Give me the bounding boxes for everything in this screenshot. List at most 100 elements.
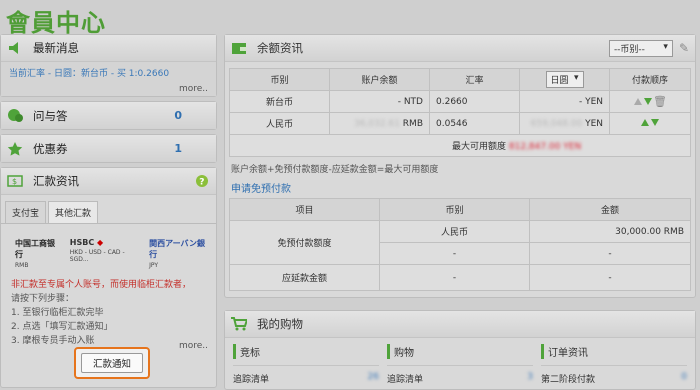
row1-jpy: - YEN (519, 90, 610, 113)
member-center-page: 會員中心 最新消息 当前汇率 - 日圆：新台币 - 买 1:0.2660 mor… (0, 0, 700, 390)
news-body: 当前汇率 - 日圆：新台币 - 买 1:0.2660 more.. (1, 62, 216, 96)
icbc-name: 中国工商银行 (15, 239, 55, 259)
balance-panel: 余额资讯 --币别-- ▾ ✎ 币别 账户余额 汇率 日圆 ▾ 付款顺序 新台币 -… (224, 34, 696, 298)
remit-notice-button[interactable]: 汇款通知 (81, 353, 143, 373)
qa-title: 问与答 (33, 108, 68, 123)
table-row: 免预付款额度 人民币 30,000.00 RMB (229, 220, 691, 265)
deferred-label: 应延款金额 (229, 264, 380, 291)
shopping-row[interactable]: 追踪清单 3 (387, 365, 533, 385)
chevron-down-icon: ▾ (663, 41, 668, 52)
col-amount: 金额 (529, 198, 691, 221)
coupon-panel[interactable]: 优惠券 1 (0, 134, 217, 163)
move-down-icon[interactable] (651, 118, 659, 126)
coupon-count: 1 (174, 142, 182, 155)
deferred-currency: - (379, 264, 530, 291)
orders-head: 订单资讯 (541, 344, 687, 359)
star-icon (7, 141, 23, 156)
tab-alipay[interactable]: 支付宝 (5, 201, 47, 223)
remit-title: 汇款资讯 (33, 174, 79, 188)
qa-panel[interactable]: 问与答 0 (0, 101, 217, 130)
help-icon[interactable]: ? (196, 175, 208, 187)
cart-col-shopping: 购物 追踪清单 3 (383, 344, 537, 385)
row1-jpy-value: - (578, 96, 583, 107)
credit-amount-1: 30,000.00 RMB (529, 220, 691, 243)
row1-rate: 0.2660 (429, 90, 520, 113)
jpy-select-value: 日圆 (550, 76, 569, 86)
auction-row[interactable]: 追踪清单 26 (233, 365, 379, 385)
col-item: 项目 (229, 198, 380, 221)
row2-currency: 人民币 (229, 112, 330, 135)
remit-instructions: 非汇款至专属个人账号，而使用临柜汇款者， 请按下列步骤： 1. 至银行临柜汇款完… (1, 278, 216, 348)
credit-currency-2: - (379, 242, 530, 265)
coupon-header: 优惠券 1 (1, 135, 216, 162)
row2-balance: 36,032.61 RMB (329, 112, 430, 135)
cart-panel: 我的购物 竞标 追踪清单 26 购物 追踪清单 3 订单资讯 第二阶段付款 0 (224, 310, 696, 390)
trash-icon[interactable]: 🗑 (653, 95, 667, 108)
bank-logos: 中国工商银行 RMB HSBC ◆ HKD - USD - CAD - SGD...… (1, 224, 216, 278)
currency-select[interactable]: --币别-- ▾ (608, 39, 673, 57)
remit-step-1: 1. 至银行临柜汇款完毕 (11, 308, 104, 318)
remit-warning: 非汇款至专属个人账号，而使用临柜汇款者， (11, 280, 192, 290)
balance-title: 余额资讯 (257, 41, 303, 55)
remit-more-link[interactable]: more.. (179, 341, 208, 351)
col-order: 付款顺序 (609, 68, 691, 91)
row2-jpy-value: 659,048.00 (530, 118, 583, 129)
row2-order (609, 112, 691, 135)
apply-prepay-link[interactable]: 申请免预付款 (225, 180, 695, 198)
credit-table: 项目 币别 金额 免预付款额度 人民币 30,000.00 RMB - - 应延… (229, 198, 691, 291)
balance-table: 币别 账户余额 汇率 日圆 ▾ 付款顺序 新台币 - NTD 0.2660 - Y… (229, 68, 691, 157)
svg-text:$: $ (12, 177, 17, 186)
cart-title: 我的购物 (257, 317, 303, 331)
move-up-icon (634, 98, 643, 105)
row2-balance-unit: RMB (402, 118, 423, 129)
hsbc-currency: HKD - USD - CAD - SGD... (69, 249, 125, 263)
shopping-cart-icon (231, 317, 247, 331)
move-up-icon[interactable] (641, 118, 649, 126)
remit-header: $ 汇款资讯 ? (1, 168, 216, 195)
auction-value: 26 (367, 372, 379, 382)
credit-label: 免预付款额度 (229, 220, 380, 265)
max-credit-value: 812,847.00 YEN (508, 142, 582, 152)
coupon-title: 优惠券 (33, 141, 68, 156)
table-row: 应延款金额 - - (229, 264, 691, 291)
row2-rate: 0.0546 (429, 112, 520, 135)
shopping-label: 追踪清单 (387, 375, 424, 385)
balance-header-row: 币别 账户余额 汇率 日圆 ▾ 付款顺序 (229, 68, 691, 91)
icbc-currency: RMB (15, 262, 29, 269)
col-jpy[interactable]: 日圆 ▾ (519, 68, 610, 91)
edit-pencil-icon[interactable]: ✎ (679, 41, 689, 55)
page-title: 會員中心 (6, 8, 106, 37)
row1-currency: 新台币 (229, 90, 330, 113)
balance-table-wrap: 币别 账户余额 汇率 日圆 ▾ 付款顺序 新台币 - NTD 0.2660 - Y… (225, 62, 695, 157)
col-credit-currency: 币别 (379, 198, 530, 221)
currency-select-value: --币别-- (613, 44, 645, 55)
move-down-icon[interactable] (644, 98, 653, 105)
row1-balance: - NTD (329, 90, 430, 113)
shopping-value: 3 (527, 372, 533, 382)
table-row: 新台币 - NTD 0.2660 - YEN 🗑 (229, 90, 691, 113)
chevron-down-icon: ▾ (573, 73, 579, 83)
balance-box: 余额资讯 --币别-- ▾ ✎ 币别 账户余额 汇率 日圆 ▾ 付款顺序 新台币 -… (224, 34, 696, 298)
remit-steps-title: 请按下列步骤： (11, 294, 75, 304)
credit-amount-2: - (529, 242, 691, 265)
qa-header: 问与答 0 (1, 102, 216, 129)
credit-currency-1: 人民币 (379, 220, 530, 243)
col-rate: 汇率 (429, 68, 520, 91)
row1-balance-value: - (397, 96, 401, 107)
news-panel: 最新消息 当前汇率 - 日圆：新台币 - 买 1:0.2660 more.. (0, 34, 217, 97)
balance-header: 余额资讯 --币别-- ▾ ✎ (225, 35, 695, 62)
icbc-logo: 中国工商银行 RMB (15, 238, 58, 269)
orders-value: 0 (681, 372, 687, 382)
tab-other-remit[interactable]: 其他汇款 (48, 201, 99, 223)
news-header: 最新消息 (1, 35, 216, 62)
wallet-icon (232, 43, 246, 54)
credit-table-wrap: 项目 币别 金额 免预付款额度 人民币 30,000.00 RMB - - 应延… (225, 198, 695, 297)
orders-row[interactable]: 第二阶段付款 0 (541, 365, 687, 385)
cart-columns: 竞标 追踪清单 26 购物 追踪清单 3 订单资讯 第二阶段付款 0 (225, 338, 695, 390)
max-credit-cell: 最大可用额度 812,847.00 YEN (229, 134, 691, 157)
news-more-link[interactable]: more.. (179, 84, 208, 94)
cart-col-auction: 竞标 追踪清单 26 (229, 344, 383, 385)
max-credit-row: 最大可用额度 812,847.00 YEN (229, 134, 691, 157)
speaker-icon (9, 42, 18, 54)
exchange-rate-link[interactable]: 当前汇率 - 日圆：新台币 - 买 1:0.2660 (9, 69, 169, 79)
